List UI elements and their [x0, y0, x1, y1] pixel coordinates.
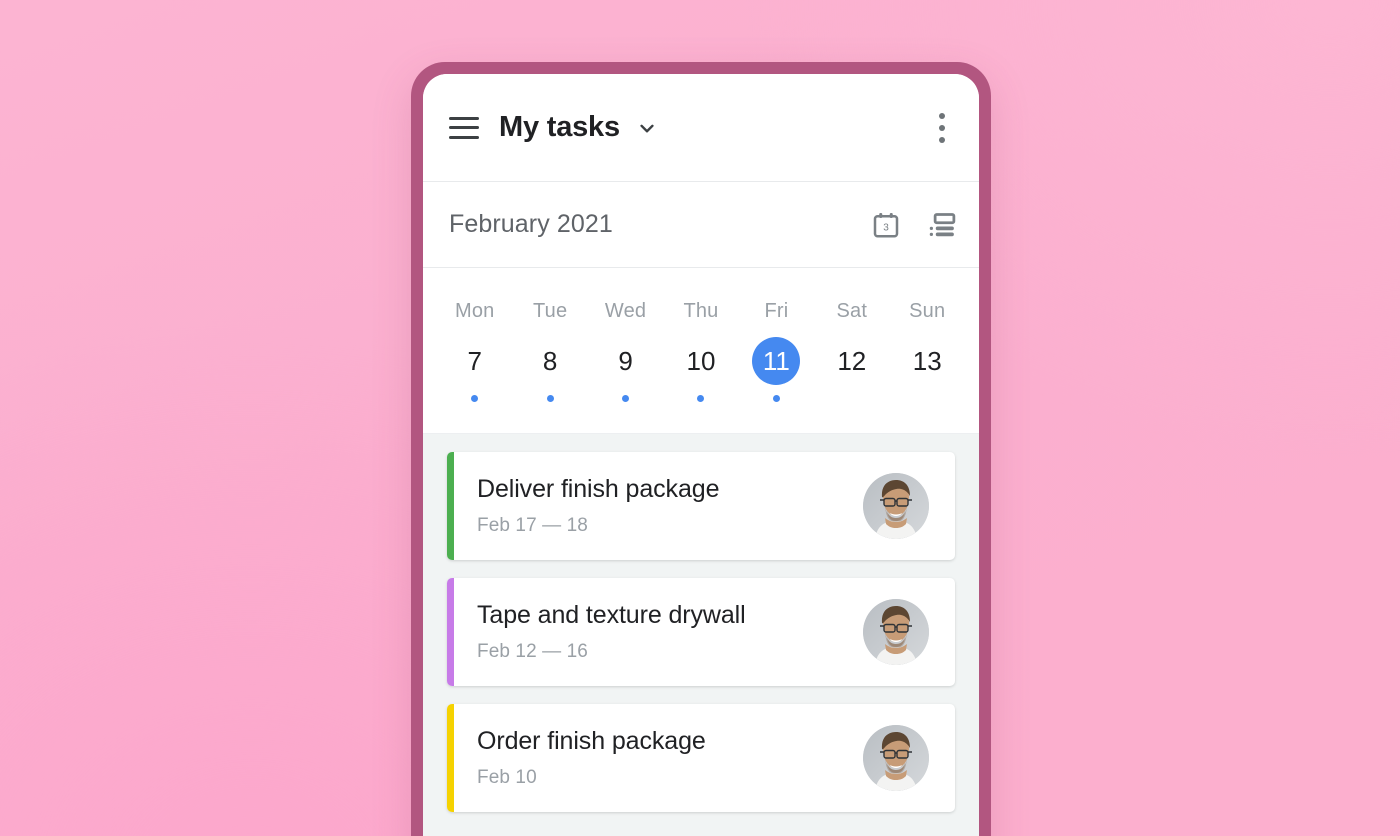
day-name: Thu — [683, 300, 719, 322]
day-number: 12 — [837, 345, 867, 376]
day-event-dot — [546, 395, 554, 402]
avatar[interactable] — [863, 473, 929, 539]
day-number: 13 — [912, 345, 942, 376]
day-name: Sun — [909, 300, 946, 322]
day-name: Wed — [604, 300, 647, 322]
task-card-text: Order finish package Feb 10 — [477, 727, 706, 790]
day-number-badge: 10 — [677, 337, 725, 385]
day-name: Fri — [764, 300, 789, 322]
task-card-text: Tape and texture drywall Feb 12 — 16 — [477, 601, 746, 664]
calendar-badge-number: 3 — [883, 222, 889, 233]
day-number: 7 — [467, 345, 482, 376]
chevron-down-icon[interactable] — [634, 115, 660, 141]
day-column-wed[interactable]: Wed 9 — [588, 268, 663, 433]
day-number: 8 — [542, 345, 558, 376]
day-event-dot — [471, 395, 479, 402]
task-dates: Feb 10 — [477, 767, 537, 789]
task-accent-bar — [447, 452, 454, 560]
day-event-dot — [697, 395, 705, 402]
app-bar: My tasks — [423, 74, 979, 182]
day-number-badge-selected: 11 — [752, 337, 801, 385]
day-number-badge: 12 — [828, 337, 876, 385]
task-accent-bar — [447, 704, 454, 812]
day-number: 11 — [762, 345, 790, 376]
day-name: Sat — [836, 300, 868, 322]
hamburger-menu-icon[interactable] — [449, 116, 479, 139]
agenda-view-icon[interactable] — [927, 210, 957, 240]
day-number-badge: 9 — [602, 337, 650, 385]
calendar-icon[interactable]: 3 — [871, 210, 901, 240]
hamburger-line — [449, 126, 479, 129]
day-event-dot — [622, 395, 630, 402]
avatar[interactable] — [863, 599, 929, 665]
task-title: Tape and texture drywall — [477, 600, 746, 629]
day-column-sat[interactable]: Sat 12 — [814, 268, 889, 433]
task-card[interactable]: Deliver finish package Feb 17 — 18 — [447, 452, 955, 560]
hamburger-line — [449, 135, 479, 139]
day-number-badge: 13 — [903, 337, 951, 385]
task-card-text: Deliver finish package Feb 17 — 18 — [477, 475, 719, 538]
month-bar: February 2021 3 — [423, 182, 979, 268]
day-column-fri[interactable]: Fri 11 — [739, 268, 814, 433]
more-vertical-icon[interactable] — [927, 111, 957, 145]
day-column-tue[interactable]: Tue 8 — [512, 268, 587, 433]
day-column-sun[interactable]: Sun 13 — [890, 268, 965, 433]
month-label: February 2021 — [449, 210, 613, 238]
phone-frame: My tasks February 2021 3 Mon 7 Tue 8 Wed… — [411, 62, 991, 836]
view-toggle-group: 3 — [871, 210, 957, 240]
day-number-badge: 8 — [526, 337, 574, 385]
task-list: Deliver finish package Feb 17 — 18 Tape … — [423, 434, 979, 836]
task-card[interactable]: Order finish package Feb 10 — [447, 704, 955, 812]
task-dates: Feb 17 — 18 — [477, 515, 588, 537]
task-accent-bar — [447, 578, 454, 686]
hamburger-line — [449, 116, 479, 120]
day-name: Tue — [532, 300, 568, 322]
task-dates: Feb 12 — 16 — [477, 641, 588, 663]
day-column-thu[interactable]: Thu 10 — [663, 268, 738, 433]
task-title: Order finish package — [477, 726, 706, 755]
kebab-dot — [939, 136, 945, 143]
avatar[interactable] — [863, 725, 929, 791]
week-strip: Mon 7 Tue 8 Wed 9 Thu 10 Fri 11 Sat 12 S… — [423, 268, 979, 434]
task-card[interactable]: Tape and texture drywall Feb 12 — 16 — [447, 578, 955, 686]
day-name: Mon — [454, 300, 495, 322]
day-event-dot — [772, 395, 780, 402]
day-column-mon[interactable]: Mon 7 — [437, 268, 512, 433]
page-title: My tasks — [499, 111, 620, 143]
task-title: Deliver finish package — [477, 474, 720, 503]
day-number: 10 — [686, 345, 716, 376]
phone-screen: My tasks February 2021 3 Mon 7 Tue 8 Wed… — [423, 74, 979, 836]
kebab-dot — [939, 112, 945, 119]
day-number-badge: 7 — [451, 337, 499, 385]
day-number: 9 — [618, 345, 633, 376]
kebab-dot — [939, 124, 945, 131]
